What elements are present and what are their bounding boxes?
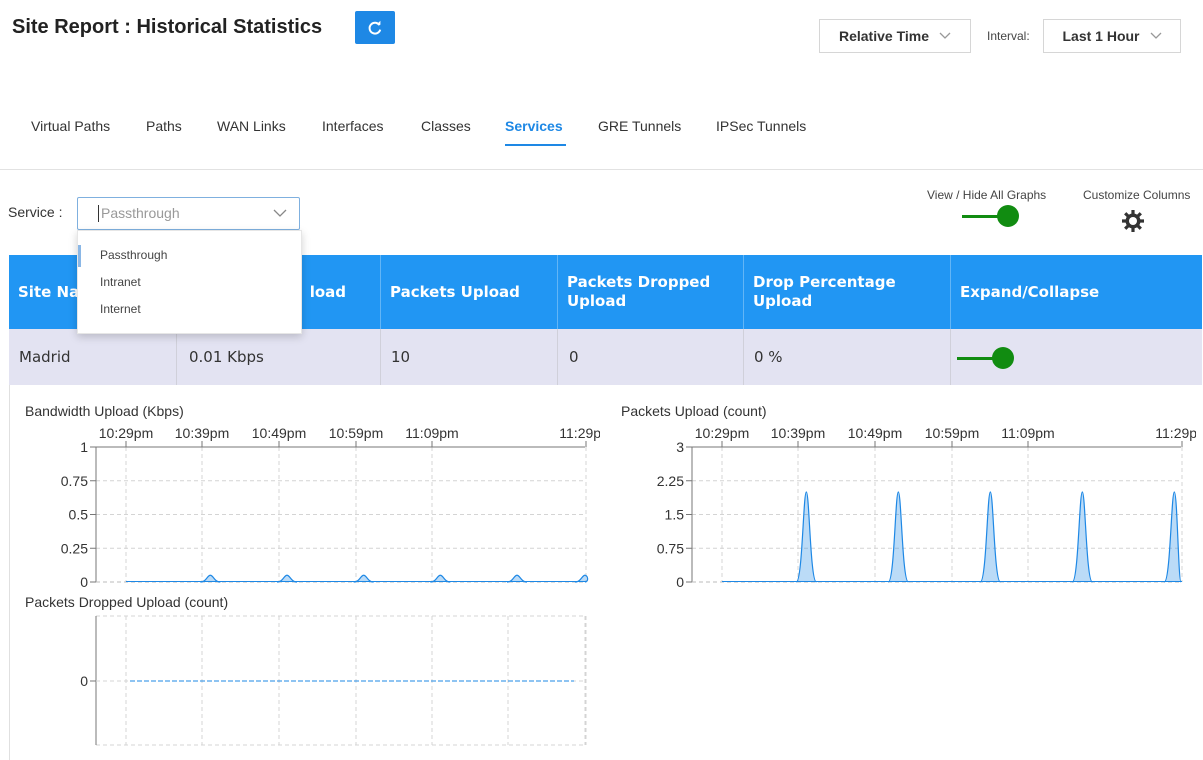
x-tick-label: 11:09pm: [1001, 425, 1054, 441]
interval-dropdown[interactable]: Last 1 Hour: [1043, 19, 1181, 53]
chart-title-bandwidth-upload: Bandwidth Upload (Kbps): [25, 403, 184, 419]
y-tick-label: 2.25: [657, 473, 684, 489]
table-row: Madrid 0.01 Kbps 10 0 0 %: [9, 329, 1202, 385]
interval-value: Last 1 Hour: [1062, 28, 1140, 44]
cell-bandwidth-upload: 0.01 Kbps: [177, 329, 381, 385]
y-tick-label: 0.5: [69, 507, 89, 523]
cell-packets-dropped-upload: 0: [558, 329, 744, 385]
y-tick-label: 0.25: [61, 540, 88, 556]
menu-item-passthrough[interactable]: Passthrough: [100, 248, 167, 262]
bandwidth-upload-chart: 0 0.25 0.5 0.75 1 10:29pm 10:39pm 10:49pm 10:59p…: [61, 425, 600, 590]
active-tab-indicator: [505, 144, 566, 146]
chevron-down-icon: [939, 32, 951, 39]
cell-site-name: Madrid: [9, 329, 177, 385]
chart-title-packets-dropped-upload: Packets Dropped Upload (count): [25, 594, 229, 610]
y-tick-label: 0: [80, 673, 88, 689]
tab-ipsec-tunnels[interactable]: IPSec Tunnels: [716, 118, 806, 134]
x-tick-label: 10:49pm: [252, 425, 306, 441]
page-title: Site Report : Historical Statistics: [12, 16, 323, 38]
refresh-icon: [368, 20, 382, 35]
tab-virtual-paths[interactable]: Virtual Paths: [31, 118, 110, 134]
x-tick-label: 10:49pm: [848, 425, 902, 441]
cell-drop-percentage-upload: 0 %: [744, 329, 951, 385]
packets-upload-chart: 0 0.75 1.5 2.25 3 10:29pm 10:39pm 10:49pm 10:59p…: [657, 425, 1196, 590]
y-tick-label: 0: [676, 574, 684, 590]
x-tick-label: 10:29pm: [99, 425, 153, 441]
time-mode-value: Relative Time: [838, 28, 929, 44]
toggle-track: [957, 357, 997, 360]
x-tick-label: 11:29pm: [559, 425, 600, 441]
menu-highlight: [78, 245, 81, 267]
chevron-down-icon: [1150, 32, 1161, 39]
gear-icon[interactable]: [1120, 208, 1146, 234]
cell-packets-upload: 10: [381, 329, 558, 385]
x-tick-label: 11:29pm: [1155, 425, 1196, 441]
refresh-button[interactable]: [355, 11, 395, 44]
x-tick-label: 10:59pm: [925, 425, 979, 441]
y-tick-label: 1: [80, 439, 88, 455]
y-tick-label: 0.75: [657, 540, 684, 556]
y-tick-label: 0.75: [61, 473, 88, 489]
tab-services[interactable]: Services: [505, 118, 563, 134]
menu-item-intranet[interactable]: Intranet: [100, 275, 141, 289]
column-header-drop-percentage-upload[interactable]: Drop Percentage Upload: [744, 255, 951, 329]
tab-wan-links[interactable]: WAN Links: [217, 118, 286, 134]
tab-interfaces[interactable]: Interfaces: [322, 118, 383, 134]
x-tick-label: 10:59pm: [329, 425, 383, 441]
x-tick-label: 10:39pm: [175, 425, 229, 441]
report-tabs: Virtual Paths Paths WAN Links Interfaces…: [0, 115, 1203, 170]
service-dropdown-menu: Passthrough Intranet Internet: [77, 230, 302, 334]
toggle-knob: [992, 347, 1014, 369]
tab-gre-tunnels[interactable]: GRE Tunnels: [598, 118, 681, 134]
service-select-value: Passthrough: [101, 205, 180, 221]
interval-label: Interval:: [987, 29, 1030, 43]
text-cursor: [98, 205, 99, 222]
x-tick-label: 10:39pm: [771, 425, 825, 441]
service-label: Service :: [8, 204, 63, 220]
y-tick-label: 0: [80, 574, 88, 590]
x-tick-label: 10:29pm: [695, 425, 749, 441]
view-hide-graphs-label: View / Hide All Graphs: [927, 188, 1047, 202]
column-header-packets-upload[interactable]: Packets Upload: [381, 255, 558, 329]
tab-paths[interactable]: Paths: [146, 118, 182, 134]
y-tick-label: 3: [676, 439, 684, 455]
tab-classes[interactable]: Classes: [421, 118, 471, 134]
y-tick-label: 1.5: [665, 507, 685, 523]
row-expand-toggle[interactable]: [957, 347, 1014, 369]
chevron-down-icon: [273, 209, 287, 217]
x-tick-label: 11:09pm: [405, 425, 458, 441]
toggle-knob: [997, 205, 1019, 227]
menu-item-internet[interactable]: Internet: [100, 302, 141, 316]
column-header-expand-collapse[interactable]: Expand/Collapse: [951, 255, 1202, 329]
customize-columns-label: Customize Columns: [1083, 188, 1191, 202]
packets-dropped-upload-chart: 0: [80, 615, 587, 746]
column-header-packets-dropped-upload[interactable]: Packets Dropped Upload: [558, 255, 744, 329]
view-hide-graphs-toggle[interactable]: [962, 205, 1019, 227]
time-mode-dropdown[interactable]: Relative Time: [819, 19, 971, 53]
chart-title-packets-upload: Packets Upload (count): [621, 403, 767, 419]
toggle-track: [962, 215, 1002, 218]
service-select[interactable]: Passthrough: [77, 197, 300, 230]
